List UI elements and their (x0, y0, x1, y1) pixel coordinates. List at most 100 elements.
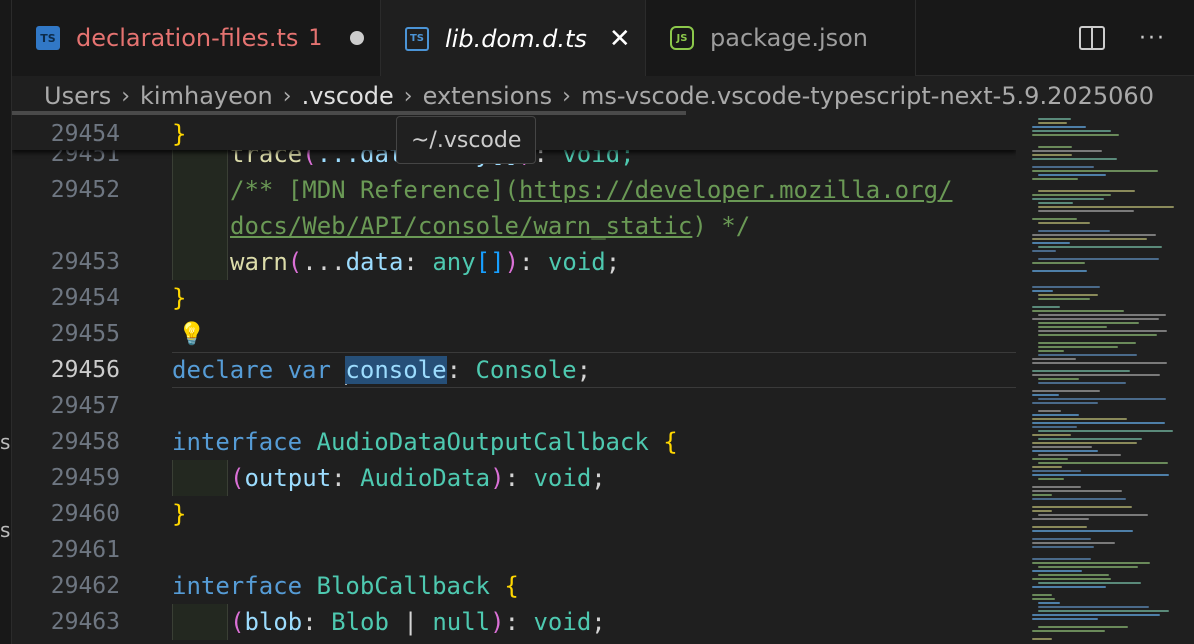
minimap-line (1038, 118, 1071, 120)
unsaved-dot-icon[interactable] (350, 31, 365, 45)
more-actions-icon[interactable]: ··· (1139, 26, 1166, 51)
minimap-line (1032, 614, 1160, 616)
token: AudioDataOutputCallback (316, 428, 649, 456)
tab-declaration-files[interactable]: TS declaration-files.ts 1 (12, 0, 381, 76)
minimap-line (1032, 234, 1156, 236)
side-panel-edge: s s (0, 0, 12, 644)
minimap-line (1032, 178, 1078, 180)
minimap-line (1038, 174, 1106, 176)
minimap-line (1032, 434, 1071, 436)
minimap-line (1038, 410, 1061, 412)
line-number: 29461 (50, 537, 120, 563)
chevron-right-icon: › (282, 83, 292, 109)
doc-link[interactable]: https://developer.mozilla.org/ (519, 176, 952, 204)
breadcrumb-extensions[interactable]: extensions (423, 82, 553, 110)
token: ; (591, 608, 606, 636)
token: { (504, 572, 519, 600)
token: { (663, 428, 678, 456)
minimap-line (1032, 158, 1117, 160)
breadcrumb-vscode[interactable]: .vscode (302, 82, 394, 110)
token: | (403, 608, 418, 636)
code-line: docs/Web/API/console/warn_static) */ (12, 208, 1016, 244)
editor-tab-bar: TS declaration-files.ts 1 TS lib.dom.d.t… (12, 0, 1194, 77)
line-number: 29457 (50, 393, 120, 419)
tab-package-json[interactable]: JS package.json (646, 0, 916, 76)
minimap-line (1032, 510, 1052, 512)
minimap-line (1038, 478, 1064, 480)
minimap-line (1038, 582, 1141, 584)
panel-edge-glyph: s (0, 518, 11, 542)
token: ; (576, 355, 592, 384)
minimap-line (1038, 430, 1173, 432)
minimap-line (1032, 286, 1100, 288)
code-line: 29458 interface AudioDataOutputCallback … (12, 424, 1016, 460)
minimap-line (1038, 246, 1162, 248)
minimap-line (1032, 578, 1111, 580)
minimap-line (1032, 418, 1127, 420)
code-editor[interactable]: 29451 trace(...data: any[]): void; 29454… (12, 116, 1016, 644)
minimap-line (1032, 218, 1077, 220)
line-number: 29455 (50, 321, 120, 347)
line-number: 29462 (50, 573, 120, 599)
minimap-line (1038, 122, 1067, 124)
minimap-line (1032, 598, 1055, 600)
minimap-line (1038, 334, 1157, 336)
minimap[interactable] (1016, 116, 1194, 644)
lightbulb-icon[interactable]: 💡 (178, 322, 205, 347)
breadcrumb-tooltip: ~/.vscode (396, 116, 537, 164)
code-line: 29459 (output: AudioData): void; (12, 460, 1016, 496)
minimap-line (1038, 514, 1148, 516)
minimap-line (1032, 170, 1158, 172)
ts-file-icon: TS (405, 26, 429, 51)
minimap-line (1038, 210, 1134, 212)
line-number: 29459 (50, 465, 120, 491)
minimap-line (1032, 306, 1060, 308)
minimap-line (1038, 346, 1118, 348)
breadcrumb-users[interactable]: Users (44, 82, 111, 110)
chevron-right-icon: › (562, 83, 571, 109)
breadcrumb-kimhayeon[interactable]: kimhayeon (140, 82, 273, 110)
selected-token[interactable]: console (345, 355, 447, 384)
minimap-line (1032, 526, 1087, 528)
minimap-line (1038, 326, 1107, 328)
token: blob (244, 608, 303, 636)
minimap-line (1032, 198, 1104, 200)
chevron-right-icon: › (403, 83, 413, 109)
tab-lib-dom[interactable]: TS lib.dom.d.ts ✕ (381, 0, 646, 77)
minimap-line (1032, 594, 1052, 596)
split-editor-icon[interactable] (1079, 26, 1106, 50)
minimap-line (1038, 382, 1126, 384)
minimap-line (1038, 610, 1169, 612)
minimap-line (1032, 390, 1100, 392)
minimap-line (1032, 474, 1169, 476)
minimap-line (1032, 290, 1053, 292)
editor-actions: ··· (1079, 0, 1194, 76)
line-number: 29454 (50, 285, 120, 311)
minimap-line (1038, 206, 1174, 208)
breadcrumb-typescript-next[interactable]: ms-vscode.vscode-typescript-next-5.9.202… (581, 82, 1154, 110)
token: any (432, 248, 476, 276)
minimap-line (1038, 350, 1064, 352)
close-icon[interactable]: ✕ (609, 26, 631, 52)
minimap-line (1032, 358, 1076, 360)
line-number: 29452 (50, 177, 120, 203)
token: declare (172, 355, 274, 384)
code-line: 29454 } (12, 280, 1016, 316)
minimap-line (1038, 354, 1137, 356)
token: Console (475, 355, 577, 384)
doc-link[interactable]: docs/Web/API/console/warn_static (230, 212, 692, 240)
breadcrumb: Users › kimhayeon › .vscode › extensions… (12, 76, 1194, 116)
minimap-line (1032, 558, 1091, 560)
minimap-line (1038, 190, 1135, 192)
minimap-line (1032, 166, 1094, 168)
token: ) */ (692, 212, 751, 240)
minimap-line (1032, 486, 1081, 488)
token: Blob (331, 608, 389, 636)
minimap-line (1032, 310, 1124, 312)
token: AudioData (360, 464, 491, 492)
token: ; (605, 248, 621, 276)
minimap-line (1038, 454, 1121, 456)
indent-guide (172, 460, 228, 496)
line-code: /** [MDN Reference](https://developer.mo… (230, 176, 952, 204)
line-number: 29454 (50, 121, 120, 147)
